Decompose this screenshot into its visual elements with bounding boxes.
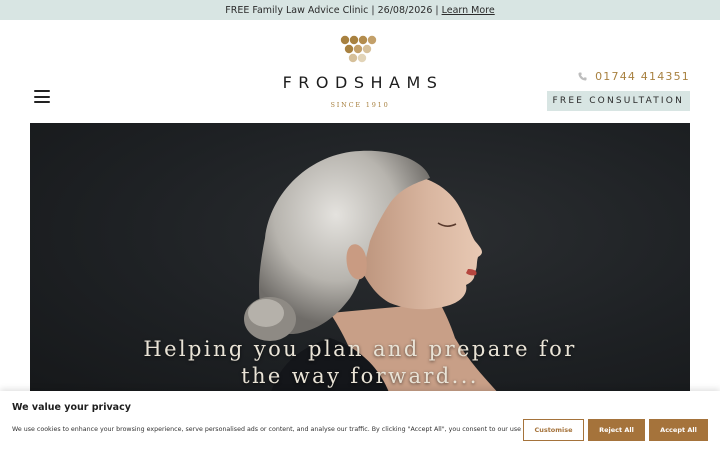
announcement-learn-more-link[interactable]: Learn More xyxy=(442,5,495,16)
cookie-customise-button[interactable]: Customise xyxy=(523,419,584,441)
free-consultation-button[interactable]: FREE CONSULTATION xyxy=(546,91,690,111)
cookie-consent-banner: We value your privacy We use cookies to … xyxy=(0,391,720,450)
hero-headline-line-2: the way forward... xyxy=(241,364,479,388)
phone-link[interactable]: 01744 414351 xyxy=(578,70,690,83)
logo-wordmark: FRODSHAMS xyxy=(282,73,444,92)
phone-icon xyxy=(578,72,587,81)
site-logo[interactable]: FRODSHAMS SINCE 1910 xyxy=(270,33,450,113)
phone-number: 01744 414351 xyxy=(595,70,690,83)
announcement-bar: FREE Family Law Advice Clinic | 26/08/20… xyxy=(0,0,720,20)
announcement-text: FREE Family Law Advice Clinic | 26/08/20… xyxy=(225,4,439,16)
cookie-accept-all-button[interactable]: Accept All xyxy=(649,419,708,441)
cookie-reject-all-button[interactable]: Reject All xyxy=(588,419,645,441)
logo-dots-icon xyxy=(340,35,377,63)
hero-banner: Helping you plan and prepare for the way… xyxy=(30,123,690,395)
hero-headline-line-1: Helping you plan and prepare for xyxy=(143,337,577,361)
cookie-banner-title: We value your privacy xyxy=(12,402,131,413)
logo-tagline: SINCE 1910 xyxy=(330,101,390,109)
hamburger-menu-icon[interactable] xyxy=(34,90,50,103)
cookie-banner-text: We use cookies to enhance your browsing … xyxy=(12,426,557,433)
